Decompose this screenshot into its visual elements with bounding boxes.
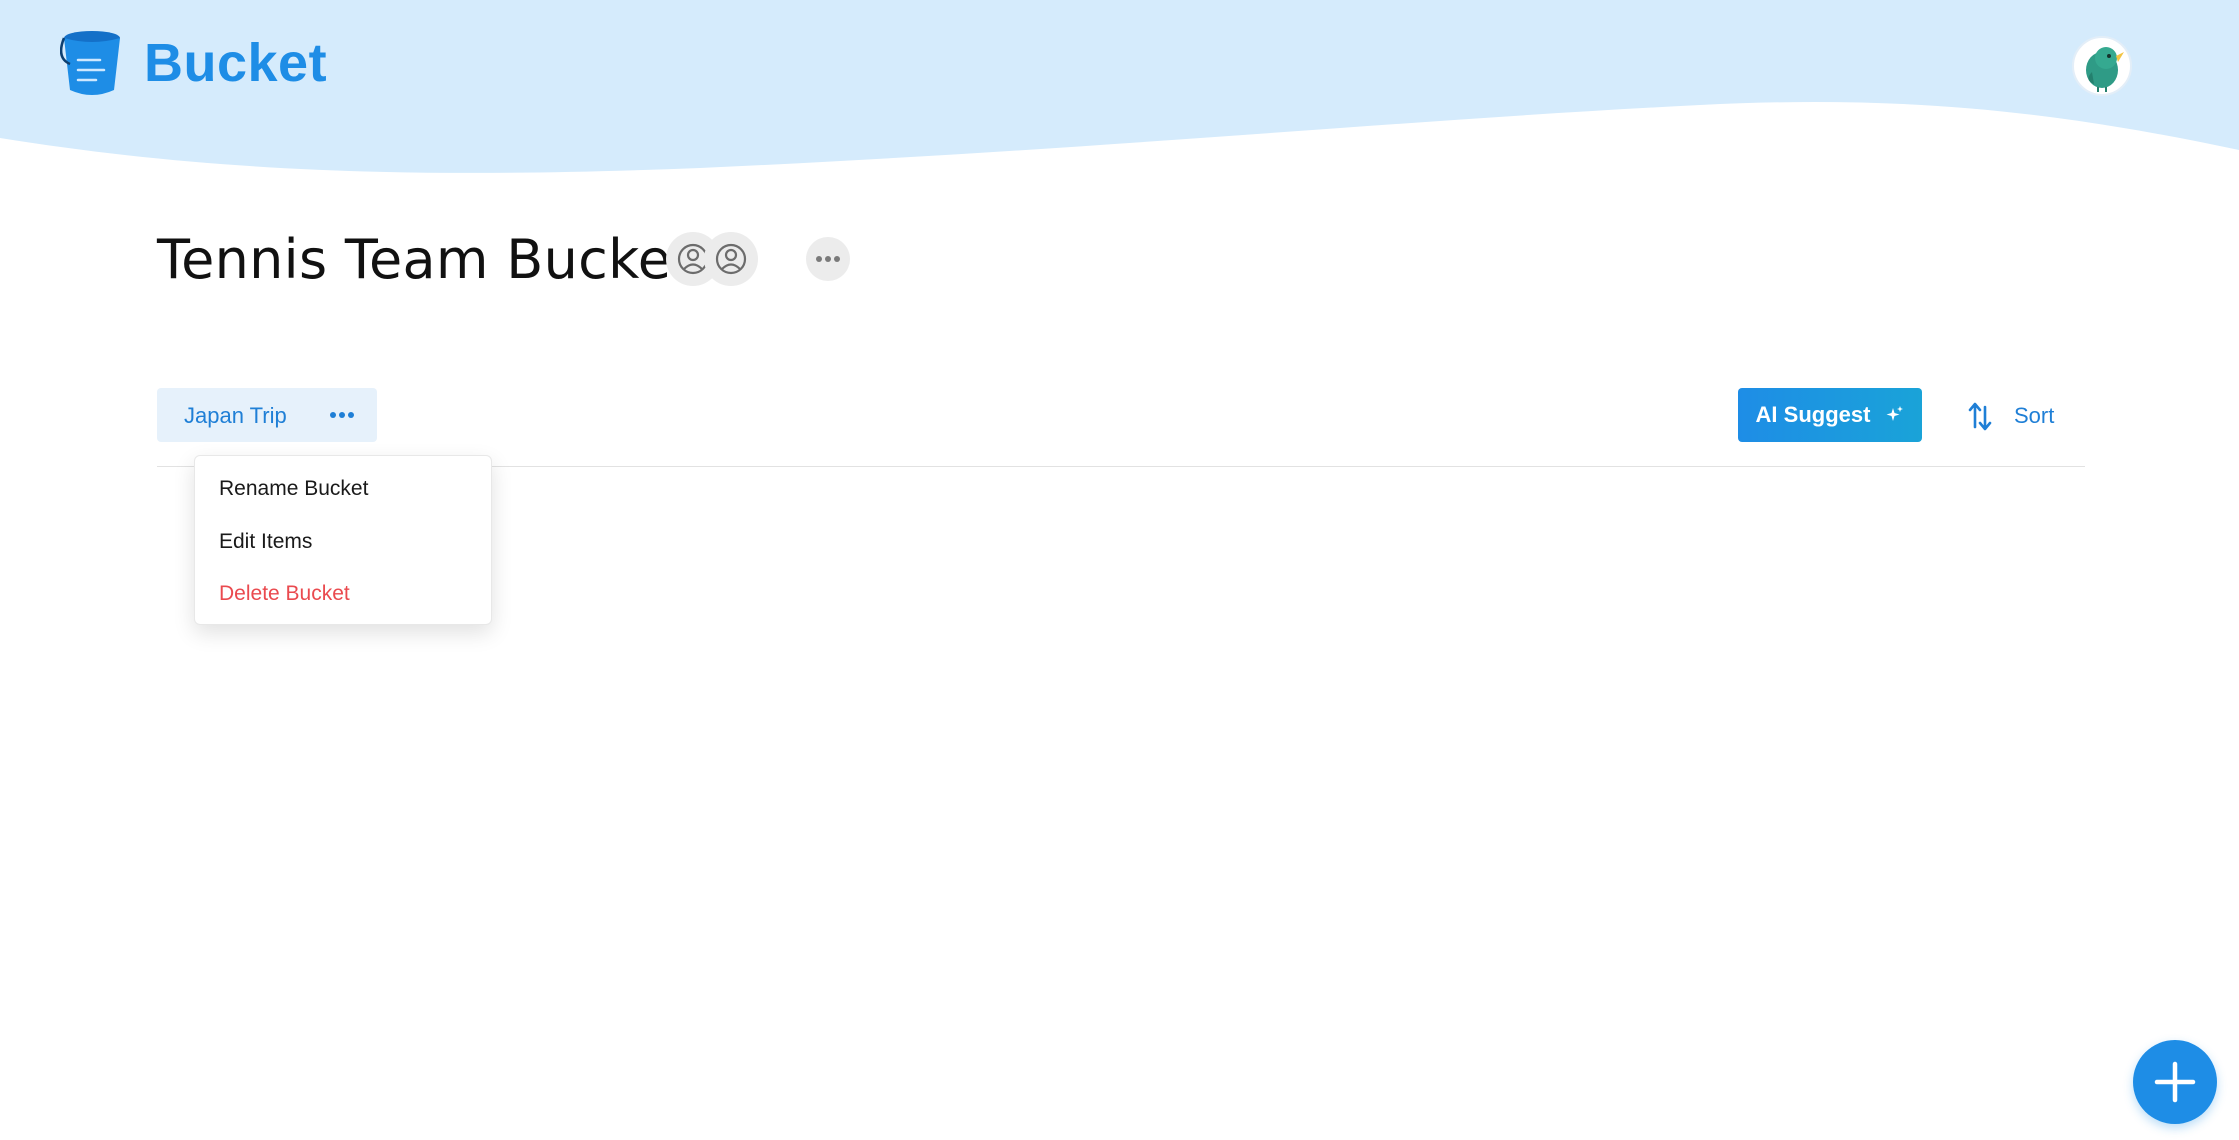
app-root: Bucket Tennis Team Buckets Japan Trip AI… bbox=[0, 0, 2239, 1140]
menu-item-edit-items[interactable]: Edit Items bbox=[219, 530, 312, 554]
ai-suggest-button[interactable]: AI Suggest bbox=[1738, 388, 1922, 442]
app-logo[interactable]: Bucket bbox=[60, 28, 327, 98]
sort-button[interactable]: Sort bbox=[1968, 398, 2054, 434]
ai-suggest-label: AI Suggest bbox=[1755, 402, 1871, 427]
ellipsis-icon bbox=[330, 412, 354, 418]
sort-arrows-icon bbox=[1968, 402, 1992, 431]
bucket-tab-label: Japan Trip bbox=[184, 403, 287, 428]
header-background bbox=[0, 0, 2239, 173]
menu-item-delete-bucket[interactable]: Delete Bucket bbox=[219, 582, 350, 606]
user-avatar[interactable] bbox=[2072, 36, 2132, 96]
sparkle-icon bbox=[1886, 406, 1904, 421]
add-fab-button[interactable] bbox=[2133, 1040, 2217, 1124]
app-name: Bucket bbox=[144, 33, 328, 93]
title-more-button[interactable] bbox=[806, 237, 850, 281]
bird-avatar-icon bbox=[2086, 47, 2124, 92]
sort-label: Sort bbox=[2014, 403, 2055, 428]
plus-icon bbox=[2154, 1061, 2196, 1103]
bucket-icon bbox=[60, 31, 120, 95]
bucket-tab-japan-trip[interactable]: Japan Trip bbox=[157, 388, 377, 442]
page-title: Tennis Team Buckets bbox=[157, 228, 722, 291]
member-avatar-2[interactable] bbox=[704, 232, 758, 286]
user-circle-icon bbox=[715, 243, 747, 275]
ellipsis-icon bbox=[816, 256, 840, 262]
menu-item-rename-bucket[interactable]: Rename Bucket bbox=[219, 477, 368, 501]
bucket-options-menu: Rename Bucket Edit Items Delete Bucket bbox=[194, 455, 492, 625]
bucket-more-button[interactable] bbox=[327, 405, 357, 425]
